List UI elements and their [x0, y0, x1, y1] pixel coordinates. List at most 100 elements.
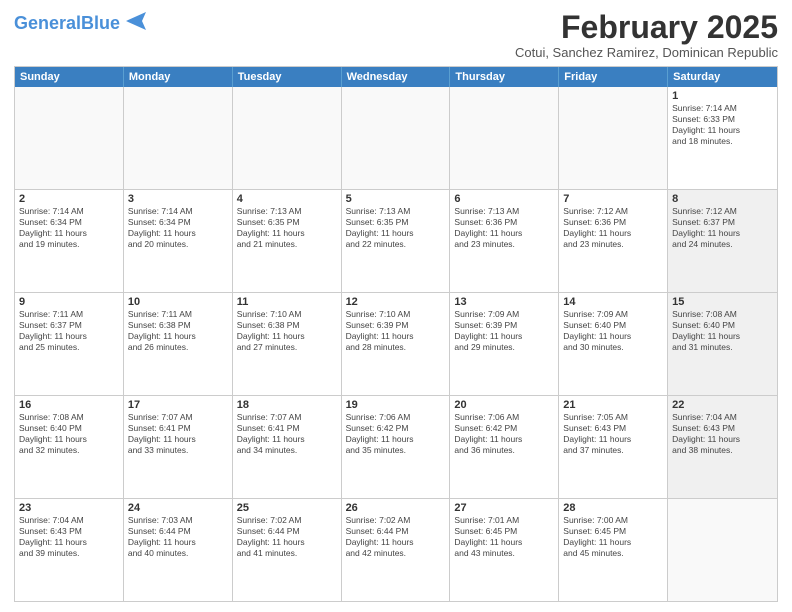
day-number: 20: [454, 399, 554, 411]
logo-general: General: [14, 13, 81, 33]
header: GeneralBlue February 2025 Cotui, Sanchez…: [14, 10, 778, 60]
day-number: 12: [346, 296, 446, 308]
calendar-day-19: 19Sunrise: 7:06 AM Sunset: 6:42 PM Dayli…: [342, 396, 451, 498]
day-info: Sunrise: 7:07 AM Sunset: 6:41 PM Dayligh…: [237, 412, 337, 456]
day-info: Sunrise: 7:12 AM Sunset: 6:36 PM Dayligh…: [563, 206, 663, 250]
calendar-day-14: 14Sunrise: 7:09 AM Sunset: 6:40 PM Dayli…: [559, 293, 668, 395]
calendar-day-16: 16Sunrise: 7:08 AM Sunset: 6:40 PM Dayli…: [15, 396, 124, 498]
calendar-day-27: 27Sunrise: 7:01 AM Sunset: 6:45 PM Dayli…: [450, 499, 559, 601]
day-number: 13: [454, 296, 554, 308]
day-info: Sunrise: 7:13 AM Sunset: 6:35 PM Dayligh…: [346, 206, 446, 250]
location: Cotui, Sanchez Ramirez, Dominican Republ…: [515, 45, 778, 60]
weekday-header-wednesday: Wednesday: [342, 67, 451, 87]
day-info: Sunrise: 7:13 AM Sunset: 6:36 PM Dayligh…: [454, 206, 554, 250]
day-number: 8: [672, 193, 773, 205]
calendar-day-23: 23Sunrise: 7:04 AM Sunset: 6:43 PM Dayli…: [15, 499, 124, 601]
day-info: Sunrise: 7:06 AM Sunset: 6:42 PM Dayligh…: [346, 412, 446, 456]
day-info: Sunrise: 7:03 AM Sunset: 6:44 PM Dayligh…: [128, 515, 228, 559]
day-number: 28: [563, 502, 663, 514]
calendar-body: 1Sunrise: 7:14 AM Sunset: 6:33 PM Daylig…: [15, 87, 777, 601]
day-number: 9: [19, 296, 119, 308]
day-number: 27: [454, 502, 554, 514]
day-number: 6: [454, 193, 554, 205]
calendar-day-7: 7Sunrise: 7:12 AM Sunset: 6:36 PM Daylig…: [559, 190, 668, 292]
calendar-day-5: 5Sunrise: 7:13 AM Sunset: 6:35 PM Daylig…: [342, 190, 451, 292]
weekday-header-tuesday: Tuesday: [233, 67, 342, 87]
day-info: Sunrise: 7:00 AM Sunset: 6:45 PM Dayligh…: [563, 515, 663, 559]
calendar-day-3: 3Sunrise: 7:14 AM Sunset: 6:34 PM Daylig…: [124, 190, 233, 292]
day-number: 21: [563, 399, 663, 411]
calendar-day-12: 12Sunrise: 7:10 AM Sunset: 6:39 PM Dayli…: [342, 293, 451, 395]
day-number: 10: [128, 296, 228, 308]
day-info: Sunrise: 7:08 AM Sunset: 6:40 PM Dayligh…: [672, 309, 773, 353]
calendar-day-empty-0-1: [124, 87, 233, 189]
day-info: Sunrise: 7:11 AM Sunset: 6:38 PM Dayligh…: [128, 309, 228, 353]
calendar-row-0: 1Sunrise: 7:14 AM Sunset: 6:33 PM Daylig…: [15, 87, 777, 189]
calendar-row-3: 16Sunrise: 7:08 AM Sunset: 6:40 PM Dayli…: [15, 395, 777, 498]
calendar-day-empty-0-0: [15, 87, 124, 189]
calendar-day-2: 2Sunrise: 7:14 AM Sunset: 6:34 PM Daylig…: [15, 190, 124, 292]
day-number: 4: [237, 193, 337, 205]
day-number: 26: [346, 502, 446, 514]
day-info: Sunrise: 7:12 AM Sunset: 6:37 PM Dayligh…: [672, 206, 773, 250]
month-title: February 2025: [515, 10, 778, 45]
day-info: Sunrise: 7:14 AM Sunset: 6:33 PM Dayligh…: [672, 103, 773, 147]
day-info: Sunrise: 7:09 AM Sunset: 6:39 PM Dayligh…: [454, 309, 554, 353]
page: GeneralBlue February 2025 Cotui, Sanchez…: [0, 0, 792, 612]
calendar-day-20: 20Sunrise: 7:06 AM Sunset: 6:42 PM Dayli…: [450, 396, 559, 498]
day-number: 1: [672, 90, 773, 102]
weekday-header-thursday: Thursday: [450, 67, 559, 87]
calendar-day-empty-4-6: [668, 499, 777, 601]
day-number: 7: [563, 193, 663, 205]
day-number: 5: [346, 193, 446, 205]
calendar: SundayMondayTuesdayWednesdayThursdayFrid…: [14, 66, 778, 602]
calendar-day-18: 18Sunrise: 7:07 AM Sunset: 6:41 PM Dayli…: [233, 396, 342, 498]
calendar-day-15: 15Sunrise: 7:08 AM Sunset: 6:40 PM Dayli…: [668, 293, 777, 395]
calendar-row-1: 2 Sunrise: 7:14 AM Sunset: 6:34 PM Daylig…: [15, 189, 777, 292]
header-right: February 2025 Cotui, Sanchez Ramirez, Do…: [515, 10, 778, 60]
day-info: Sunrise: 7:10 AM Sunset: 6:38 PM Dayligh…: [237, 309, 337, 353]
calendar-day-empty-0-4: [450, 87, 559, 189]
day-number: 18: [237, 399, 337, 411]
logo-arrow-icon: [122, 10, 150, 32]
calendar-day-9: 9Sunrise: 7:11 AM Sunset: 6:37 PM Daylig…: [15, 293, 124, 395]
logo-text: GeneralBlue: [14, 14, 120, 32]
calendar-day-10: 10Sunrise: 7:11 AM Sunset: 6:38 PM Dayli…: [124, 293, 233, 395]
logo-blue: Blue: [81, 13, 120, 33]
calendar-day-11: 11Sunrise: 7:10 AM Sunset: 6:38 PM Dayli…: [233, 293, 342, 395]
calendar-day-4: 4Sunrise: 7:13 AM Sunset: 6:35 PM Daylig…: [233, 190, 342, 292]
calendar-day-8: 8Sunrise: 7:12 AM Sunset: 6:37 PM Daylig…: [668, 190, 777, 292]
calendar-day-28: 28Sunrise: 7:00 AM Sunset: 6:45 PM Dayli…: [559, 499, 668, 601]
day-number: 16: [19, 399, 119, 411]
day-info: Sunrise: 7:04 AM Sunset: 6:43 PM Dayligh…: [672, 412, 773, 456]
weekday-header-sunday: Sunday: [15, 67, 124, 87]
calendar-day-6: 6Sunrise: 7:13 AM Sunset: 6:36 PM Daylig…: [450, 190, 559, 292]
calendar-day-26: 26Sunrise: 7:02 AM Sunset: 6:44 PM Dayli…: [342, 499, 451, 601]
day-info: Sunrise: 7:08 AM Sunset: 6:40 PM Dayligh…: [19, 412, 119, 456]
day-number: 25: [237, 502, 337, 514]
calendar-row-4: 23Sunrise: 7:04 AM Sunset: 6:43 PM Dayli…: [15, 498, 777, 601]
calendar-day-empty-0-3: [342, 87, 451, 189]
day-number: 15: [672, 296, 773, 308]
day-info: Sunrise: 7:06 AM Sunset: 6:42 PM Dayligh…: [454, 412, 554, 456]
day-info: Sunrise: 7:05 AM Sunset: 6:43 PM Dayligh…: [563, 412, 663, 456]
weekday-header-friday: Friday: [559, 67, 668, 87]
calendar-header: SundayMondayTuesdayWednesdayThursdayFrid…: [15, 67, 777, 87]
day-number: 19: [346, 399, 446, 411]
calendar-day-17: 17Sunrise: 7:07 AM Sunset: 6:41 PM Dayli…: [124, 396, 233, 498]
day-info: Sunrise: 7:02 AM Sunset: 6:44 PM Dayligh…: [237, 515, 337, 559]
day-info: Sunrise: 7:09 AM Sunset: 6:40 PM Dayligh…: [563, 309, 663, 353]
day-number: 24: [128, 502, 228, 514]
weekday-header-monday: Monday: [124, 67, 233, 87]
calendar-day-1: 1Sunrise: 7:14 AM Sunset: 6:33 PM Daylig…: [668, 87, 777, 189]
day-info: Sunrise: 7:14 AM Sunset: 6:34 PM Dayligh…: [128, 206, 228, 250]
day-number: 2: [19, 193, 119, 205]
day-info: Sunrise: 7:01 AM Sunset: 6:45 PM Dayligh…: [454, 515, 554, 559]
calendar-day-empty-0-2: [233, 87, 342, 189]
calendar-day-21: 21Sunrise: 7:05 AM Sunset: 6:43 PM Dayli…: [559, 396, 668, 498]
calendar-row-2: 9Sunrise: 7:11 AM Sunset: 6:37 PM Daylig…: [15, 292, 777, 395]
day-number: 17: [128, 399, 228, 411]
day-info: Sunrise: 7:11 AM Sunset: 6:37 PM Dayligh…: [19, 309, 119, 353]
day-number: 23: [19, 502, 119, 514]
day-info: Sunrise: 7:10 AM Sunset: 6:39 PM Dayligh…: [346, 309, 446, 353]
